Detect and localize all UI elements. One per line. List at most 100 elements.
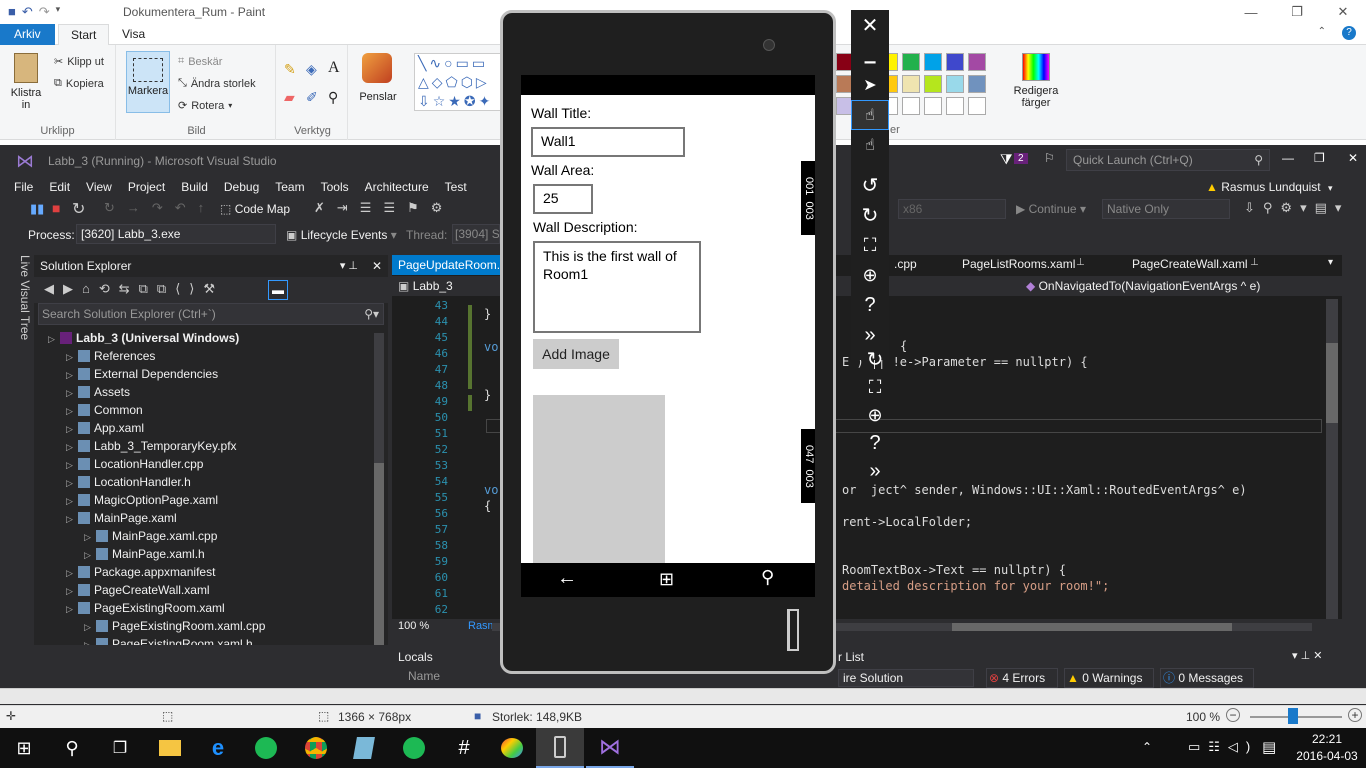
side-button[interactable]: [787, 609, 799, 651]
color-swatch[interactable]: [946, 75, 964, 93]
process-select[interactable]: [3620] Labb_3.exe: [76, 224, 276, 244]
color-swatch[interactable]: [968, 75, 986, 93]
single-touch-icon[interactable]: ☝: [851, 100, 889, 130]
color-swatch[interactable]: [924, 53, 942, 71]
tab-page-update-room[interactable]: PageUpdateRoom.x: [392, 255, 504, 275]
menu-architecture[interactable]: Architecture: [357, 177, 437, 197]
feedback-icon[interactable]: ⚐: [1044, 151, 1055, 165]
platform-select[interactable]: x86: [898, 199, 1006, 219]
color-swatch[interactable]: [902, 53, 920, 71]
expand-arrow-icon[interactable]: ▷: [66, 402, 78, 420]
empty-color-swatch[interactable]: [946, 97, 964, 115]
phone-search-icon[interactable]: ⚲: [761, 567, 774, 588]
quick-access-dropdown-icon[interactable]: ▾: [56, 4, 61, 20]
redo-icon[interactable]: ↷: [39, 4, 50, 20]
explorer-app[interactable]: [146, 728, 194, 768]
start-button[interactable]: ⊞: [0, 728, 48, 768]
zoom-icon[interactable]: ⊕: [851, 260, 889, 290]
chrome-app[interactable]: [292, 728, 340, 768]
paint-app[interactable]: [488, 728, 536, 768]
brushes-button[interactable]: Penslar: [350, 45, 406, 140]
solution-tree-item[interactable]: ▷ Assets: [66, 383, 130, 401]
tab-overflow-icon[interactable]: ▾: [1328, 257, 1333, 268]
messages-filter[interactable]: ⓘ 0 Messages: [1160, 668, 1254, 688]
solution-tree-item[interactable]: ▷ PageExistingRoom.xaml: [66, 599, 225, 617]
save-icon[interactable]: ■: [8, 4, 16, 20]
action-center-icon[interactable]: ▤: [1262, 738, 1276, 756]
solution-tree-item[interactable]: ▷ LocationHandler.h: [66, 473, 191, 491]
empty-color-swatch[interactable]: [902, 97, 920, 115]
error-list-pin-icon[interactable]: ▾ ⊥ ✕: [1292, 649, 1322, 662]
close-panel-icon[interactable]: ✕: [372, 255, 382, 277]
windows-icon[interactable]: ⊞: [659, 569, 674, 590]
lifecycle-events-button[interactable]: ▣ Lifecycle Events ▾: [286, 228, 397, 242]
cut-button[interactable]: ✂ Klipp ut: [54, 55, 104, 69]
solution-tree-item[interactable]: ▷ Package.appxmanifest: [66, 563, 215, 581]
menu-test[interactable]: Test: [437, 177, 475, 197]
zoom-in-icon[interactable]: +: [1348, 708, 1362, 722]
expand-arrow-icon[interactable]: ▷: [48, 330, 60, 348]
zoom-out-icon[interactable]: −: [1226, 708, 1240, 722]
menu-edit[interactable]: Edit: [41, 177, 78, 197]
pencil-icon[interactable]: ✎: [284, 61, 296, 78]
emulator-app[interactable]: [536, 728, 584, 768]
editor-vscrollbar[interactable]: [1326, 299, 1338, 621]
thread-select[interactable]: [3904] S: [452, 224, 500, 244]
empty-color-swatch[interactable]: [924, 97, 942, 115]
emulator-minimize-icon[interactable]: ▁: [851, 40, 889, 70]
code-map-button[interactable]: ⬚ Code Map: [220, 202, 290, 216]
errors-filter[interactable]: ⊗ 4 Errors: [986, 668, 1058, 688]
expand-arrow-icon[interactable]: ▷: [66, 474, 78, 492]
solution-tree-item[interactable]: ▷ References: [66, 347, 155, 365]
solution-tree-item[interactable]: ▷ Labb_3 (Universal Windows): [48, 329, 239, 347]
solution-tree-item[interactable]: ▷ PageCreateWall.xaml: [66, 581, 210, 599]
wall-title-input[interactable]: Wall1: [531, 127, 685, 157]
tab-start[interactable]: Start: [58, 24, 110, 45]
expand-arrow-icon[interactable]: ▷: [66, 438, 78, 456]
solution-tree-item[interactable]: ▷ MagicOptionPage.xaml: [66, 491, 218, 509]
tab-cpp[interactable]: .cpp: [894, 257, 917, 271]
expand-arrow-icon[interactable]: ▷: [66, 348, 78, 366]
solution-tree-item[interactable]: ▷ Common: [66, 401, 143, 419]
maximize-icon[interactable]: ❐: [1274, 0, 1320, 24]
solution-tree-item[interactable]: ▷ MainPage.xaml: [66, 509, 177, 527]
visual-studio-app[interactable]: ⋈: [586, 728, 634, 768]
solution-tree-item[interactable]: ▷ Labb_3_TemporaryKey.pfx: [66, 437, 237, 455]
slack-app[interactable]: #: [440, 728, 488, 768]
user-account[interactable]: ▲ Rasmus Lundquist ▾: [1206, 177, 1333, 197]
notes-app[interactable]: [340, 728, 388, 768]
tray-overflow-icon[interactable]: ⌃: [1142, 740, 1152, 754]
zoom-slider-thumb[interactable]: [1288, 708, 1298, 724]
error-scope-select[interactable]: ire Solution: [838, 669, 974, 687]
mouse-input-icon[interactable]: ➤: [851, 70, 889, 100]
solution-tree-item[interactable]: ▷ LocationHandler.cpp: [66, 455, 203, 473]
expand-arrow-icon[interactable]: ▷: [84, 528, 96, 546]
rotate-right-icon[interactable]: ↻: [851, 200, 889, 230]
pin-icon[interactable]: ▾ ⊥: [340, 255, 358, 277]
tab-visa[interactable]: Visa: [110, 24, 157, 45]
vs-restore-icon[interactable]: ❐: [1314, 151, 1325, 165]
solution-tree-item[interactable]: ▷ PageExistingRoom.xaml.cpp: [84, 617, 265, 635]
minimize-icon[interactable]: —: [1228, 0, 1274, 24]
warnings-filter[interactable]: ▲ 0 Warnings: [1064, 668, 1154, 688]
expand-arrow-icon[interactable]: ▷: [66, 366, 78, 384]
expand-arrow-icon[interactable]: ▷: [66, 564, 78, 582]
expand-arrow-icon[interactable]: ▷: [66, 492, 78, 510]
eraser-icon[interactable]: ▰: [284, 89, 295, 106]
pause-icon[interactable]: ▮▮: [30, 201, 44, 217]
tab-page-list-rooms[interactable]: PageListRooms.xaml: [962, 257, 1075, 271]
spotify-app-2[interactable]: [390, 728, 438, 768]
emulator-help-icon[interactable]: ?: [851, 290, 889, 320]
expand-arrow-icon[interactable]: ▷: [66, 420, 78, 438]
wall-description-input[interactable]: This is the first wall of Room1: [533, 241, 701, 333]
se-scrollbar[interactable]: [374, 333, 384, 683]
text-icon[interactable]: A: [328, 59, 340, 77]
solution-tree-item[interactable]: ▷ MainPage.xaml.h: [84, 545, 205, 563]
copy-button[interactable]: ⧉ Kopiera: [54, 77, 104, 90]
expand-arrow-icon[interactable]: ▷: [66, 582, 78, 600]
menu-view[interactable]: View: [78, 177, 120, 197]
stop-icon[interactable]: ■: [52, 200, 60, 216]
notification-flag-icon[interactable]: ⧩: [1000, 151, 1013, 168]
resize-button[interactable]: ⤡ Ändra storlek: [178, 77, 256, 90]
rotate-left-icon[interactable]: ↺: [851, 170, 889, 200]
